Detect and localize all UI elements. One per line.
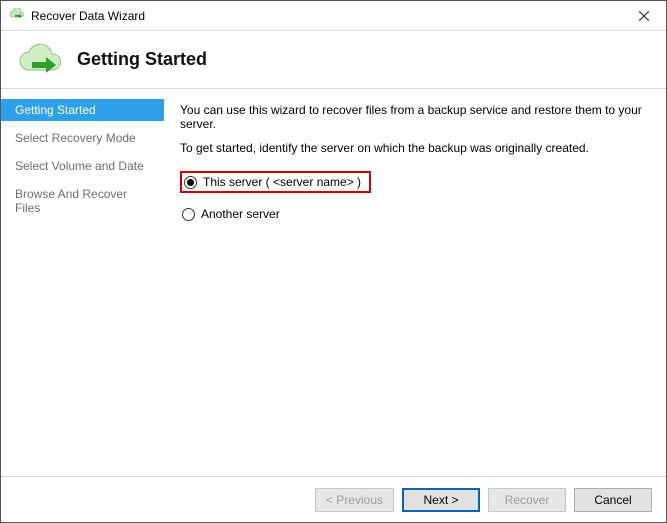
- intro-text: You can use this wizard to recover files…: [180, 103, 650, 131]
- previous-button: < Previous: [315, 488, 394, 512]
- close-button[interactable]: [622, 1, 666, 30]
- app-icon: [9, 8, 25, 24]
- sidebar-item-getting-started[interactable]: Getting Started: [1, 99, 164, 121]
- sidebar-item-label: Select Volume and Date: [15, 159, 144, 173]
- button-label: < Previous: [326, 493, 383, 507]
- sidebar-item-label: Browse And Recover Files: [15, 187, 127, 215]
- body: Getting Started Select Recovery Mode Sel…: [1, 89, 666, 476]
- radio-another-server[interactable]: Another server: [180, 205, 650, 223]
- content-pane: You can use this wizard to recover files…: [164, 89, 666, 476]
- recover-button: Recover: [488, 488, 566, 512]
- window-title: Recover Data Wizard: [31, 9, 622, 23]
- header: Getting Started: [1, 31, 666, 89]
- prompt-text: To get started, identify the server on w…: [180, 141, 650, 155]
- sidebar-item-select-volume-and-date[interactable]: Select Volume and Date: [1, 155, 164, 177]
- radio-label: This server ( <server name> ): [203, 175, 361, 189]
- sidebar-item-browse-and-recover[interactable]: Browse And Recover Files: [1, 183, 164, 219]
- header-cloud-icon: [15, 42, 67, 78]
- radio-icon: [182, 208, 195, 221]
- next-button[interactable]: Next >: [402, 488, 480, 512]
- button-label: Next >: [423, 493, 458, 507]
- radio-label: Another server: [201, 207, 280, 221]
- radio-this-server[interactable]: This server ( <server name> ): [180, 171, 371, 193]
- page-title: Getting Started: [77, 49, 207, 70]
- button-label: Cancel: [594, 493, 631, 507]
- sidebar-item-label: Getting Started: [15, 103, 96, 117]
- button-label: Recover: [505, 493, 550, 507]
- footer: < Previous Next > Recover Cancel: [1, 476, 666, 522]
- sidebar-item-label: Select Recovery Mode: [15, 131, 136, 145]
- cancel-button[interactable]: Cancel: [574, 488, 652, 512]
- sidebar: Getting Started Select Recovery Mode Sel…: [1, 89, 164, 476]
- titlebar: Recover Data Wizard: [1, 1, 666, 31]
- close-icon: [639, 11, 649, 21]
- wizard-window: Recover Data Wizard Getting Started Gett…: [0, 0, 667, 523]
- sidebar-item-select-recovery-mode[interactable]: Select Recovery Mode: [1, 127, 164, 149]
- radio-icon: [184, 176, 197, 189]
